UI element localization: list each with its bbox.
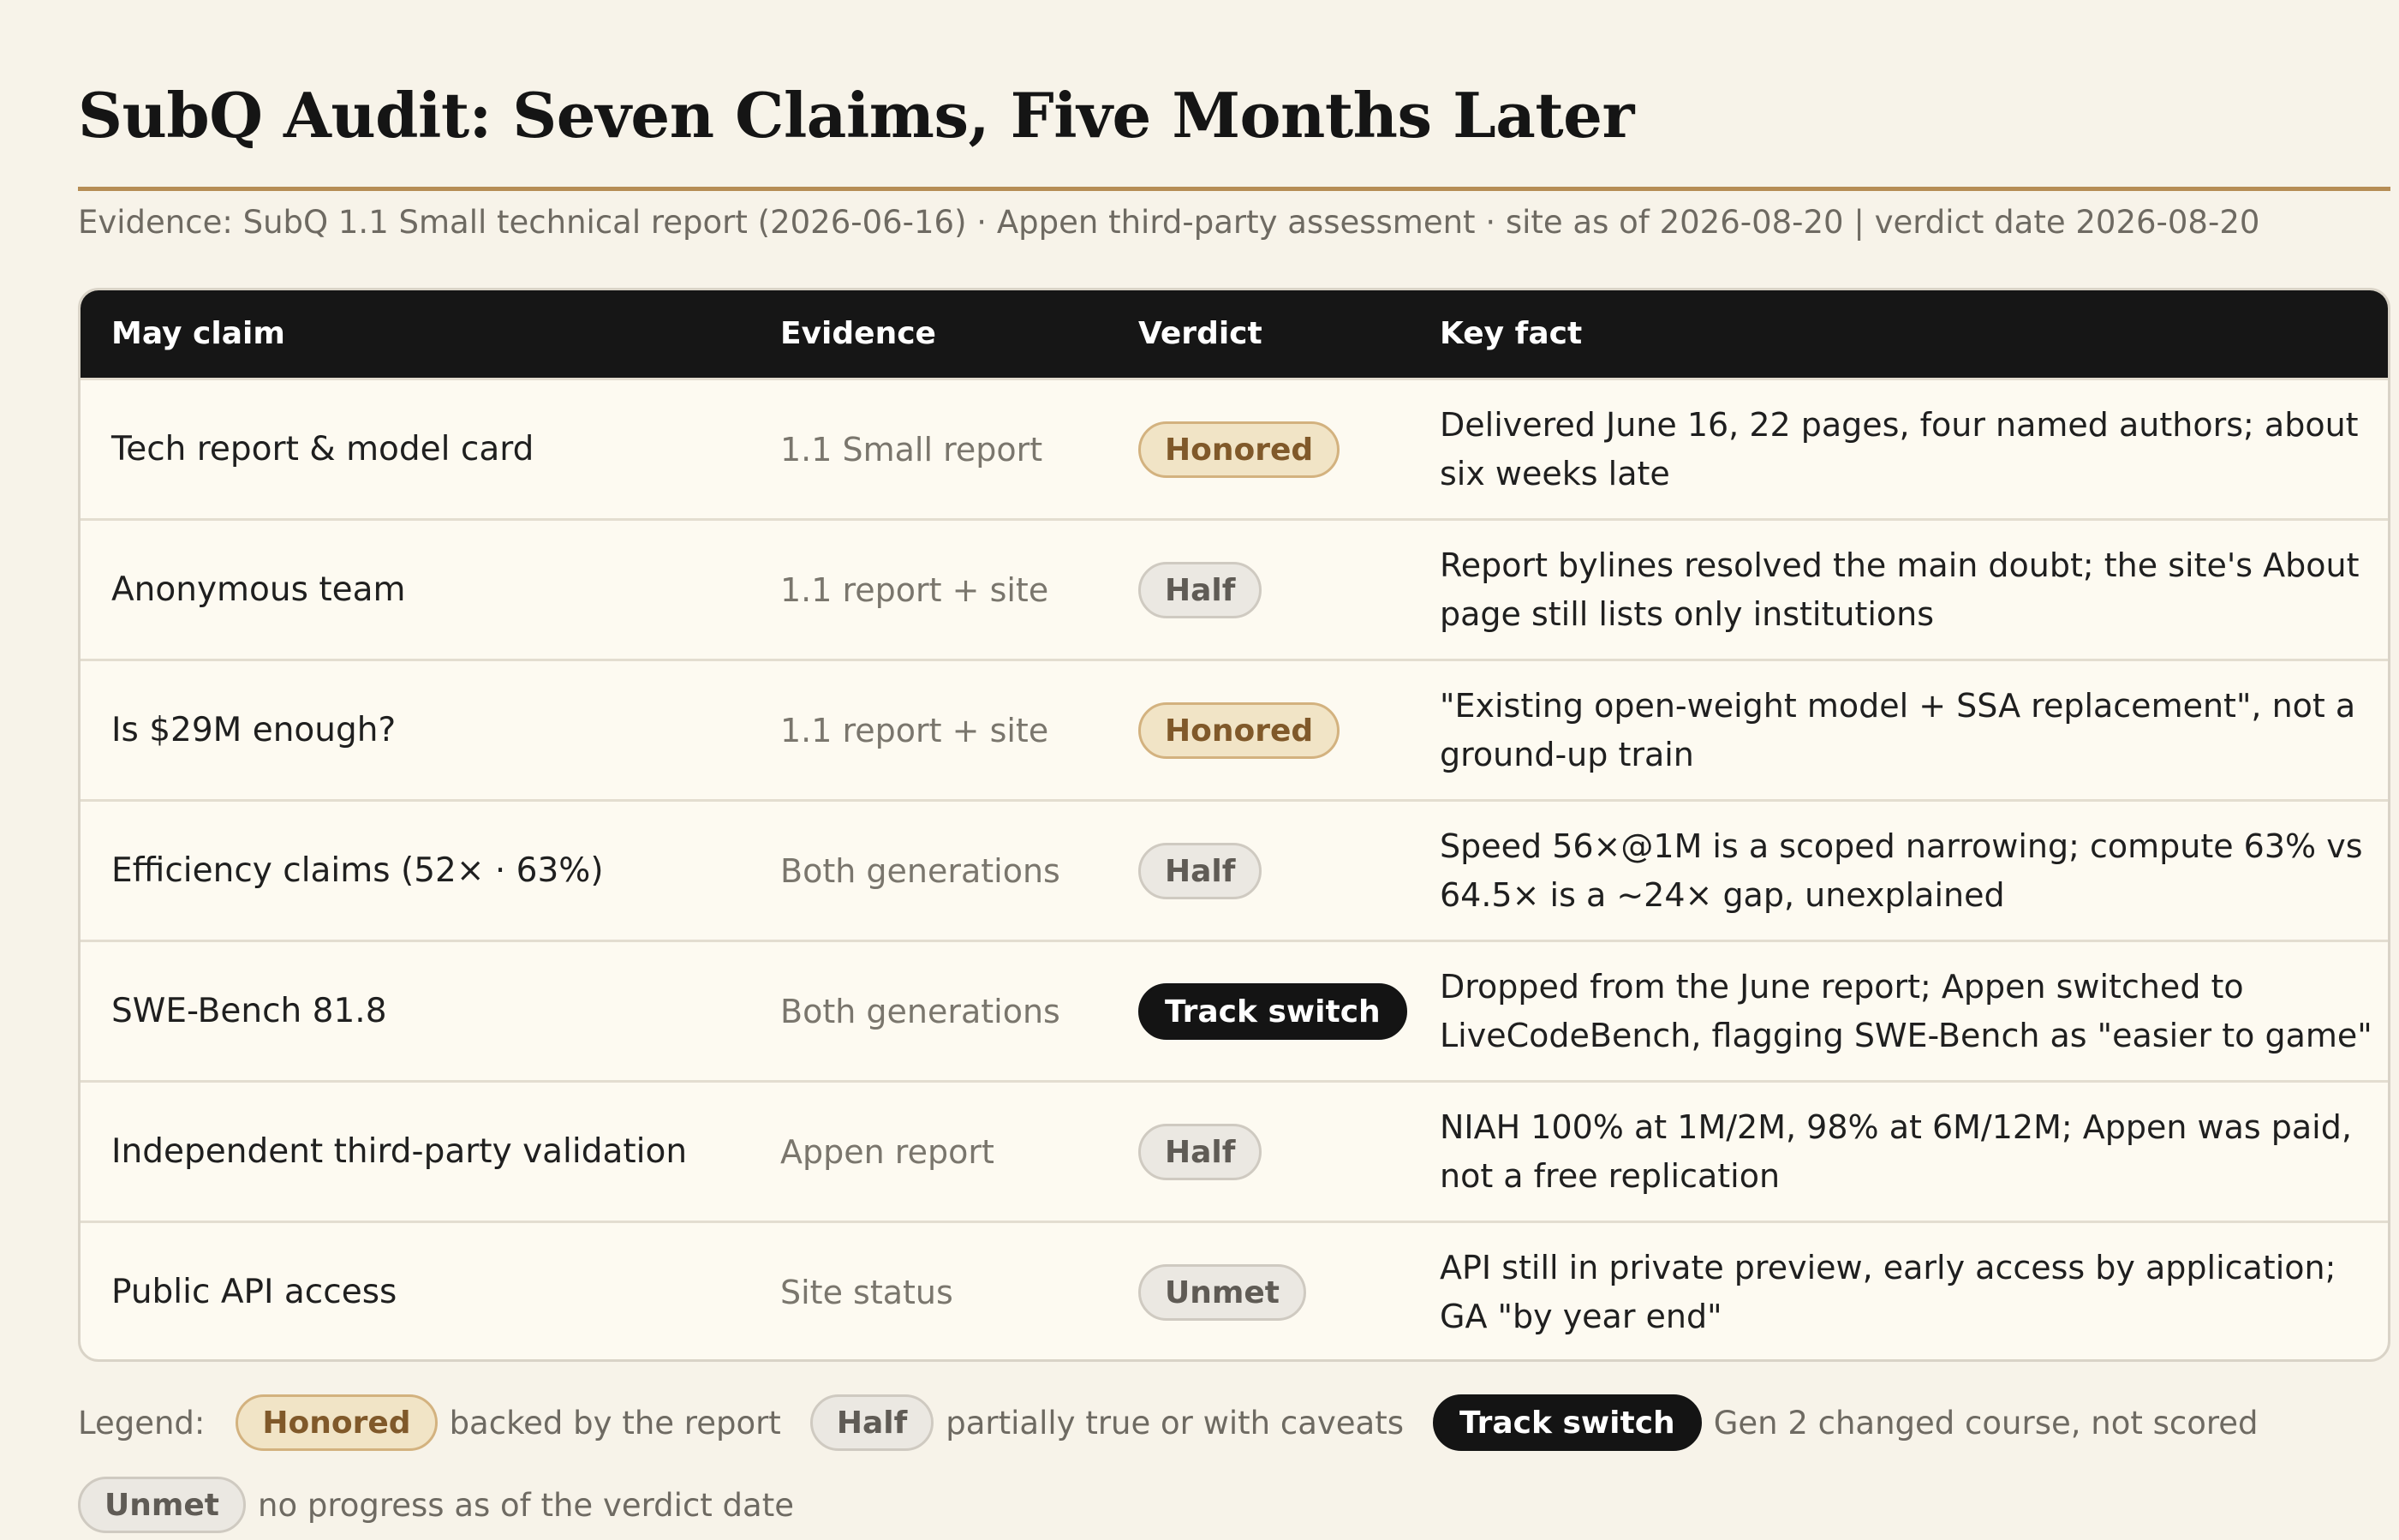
verdict-cell: Honored: [1138, 380, 1340, 518]
legend-desc: partially true or with caveats: [946, 1404, 1405, 1442]
claim-cell: Public API access: [111, 1273, 397, 1311]
verdict-cell: Track switch: [1138, 942, 1407, 1080]
table-row: Is $29M enough? 1.1 report + site Honore…: [81, 659, 2388, 799]
table-row: Independent third-party validation Appen…: [81, 1080, 2388, 1221]
legend-desc: Gen 2 changed course, not scored: [1713, 1404, 2259, 1442]
table-row: Public API access Site status Unmet API …: [81, 1221, 2388, 1359]
legend-item-unmet: Unmet no progress as of the verdict date: [78, 1477, 794, 1533]
verdict-cell: Honored: [1138, 661, 1340, 799]
evidence-cell: 1.1 report + site: [780, 570, 1049, 609]
legend-item-track-switch: Track switch Gen 2 changed course, not s…: [1433, 1394, 2259, 1451]
legend-badge-honored: Honored: [236, 1394, 438, 1451]
legend-item-honored: Honored backed by the report: [236, 1394, 781, 1451]
legend-label: Legend:: [78, 1404, 206, 1442]
verdict-badge-track-switch: Track switch: [1138, 982, 1407, 1040]
key-fact-cell: Dropped from the June report; Appen swit…: [1440, 967, 2372, 1054]
table-row: SWE-Bench 81.8 Both generations Track sw…: [81, 940, 2388, 1080]
legend-badge-half: Half: [809, 1394, 934, 1451]
page: SubQ Audit: Seven Claims, Five Months La…: [0, 0, 2399, 1540]
legend-badge-unmet: Unmet: [78, 1477, 246, 1533]
page-title: SubQ Audit: Seven Claims, Five Months La…: [78, 79, 1634, 152]
key-fact-cell: NIAH 100% at 1M/2M, 98% at 6M/12M; Appen…: [1440, 1107, 2352, 1195]
table-row: Efficiency claims (52× · 63%) Both gener…: [81, 799, 2388, 940]
verdict-cell: Half: [1138, 521, 1262, 659]
verdict-cell: Unmet: [1138, 1223, 1306, 1359]
claim-cell: Anonymous team: [111, 570, 406, 609]
legend-badge-track-switch: Track switch: [1433, 1394, 1702, 1451]
legend-desc: backed by the report: [449, 1404, 781, 1442]
header-key-fact: Key fact: [1440, 316, 1583, 351]
evidence-subtitle: Evidence: SubQ 1.1 Small technical repor…: [78, 204, 2260, 241]
header-evidence: Evidence: [780, 316, 936, 351]
key-fact-cell: "Existing open-weight model + SSA replac…: [1440, 686, 2356, 773]
claim-cell: Efficiency claims (52× · 63%): [111, 851, 604, 890]
claim-cell: Is $29M enough?: [111, 711, 397, 749]
verdict-badge-half: Half: [1138, 842, 1262, 899]
verdict-badge-half: Half: [1138, 1123, 1262, 1180]
evidence-cell: Site status: [780, 1273, 953, 1311]
table-row: Anonymous team 1.1 report + site Half Re…: [81, 518, 2388, 659]
claim-cell: Tech report & model card: [111, 430, 534, 469]
key-fact-cell: Report bylines resolved the main doubt; …: [1440, 546, 2360, 633]
key-fact-cell: Delivered June 16, 22 pages, four named …: [1440, 405, 2359, 492]
evidence-cell: Both generations: [780, 992, 1060, 1030]
key-fact-cell: Speed 56×@1M is a scoped narrowing; comp…: [1440, 827, 2363, 914]
header-may-claim: May claim: [111, 316, 285, 351]
legend-desc: no progress as of the verdict date: [258, 1486, 794, 1524]
verdict-cell: Half: [1138, 1083, 1262, 1221]
verdict-cell: Half: [1138, 802, 1262, 940]
key-fact-cell: API still in private preview, early acce…: [1440, 1248, 2336, 1335]
claim-cell: Independent third-party validation: [111, 1132, 688, 1171]
evidence-cell: 1.1 report + site: [780, 711, 1049, 749]
evidence-cell: 1.1 Small report: [780, 430, 1043, 469]
verdict-badge-unmet: Unmet: [1138, 1263, 1306, 1321]
table-row: Tech report & model card 1.1 Small repor…: [81, 378, 2388, 518]
verdict-badge-honored: Honored: [1138, 701, 1340, 759]
legend: Legend: Honored backed by the report Hal…: [78, 1394, 2373, 1533]
claims-table: May claim Evidence Verdict Key fact Tech…: [78, 288, 2390, 1362]
claim-cell: SWE-Bench 81.8: [111, 992, 387, 1030]
legend-item-half: Half partially true or with caveats: [809, 1394, 1405, 1451]
evidence-cell: Both generations: [780, 851, 1060, 890]
verdict-badge-half: Half: [1138, 561, 1262, 618]
verdict-badge-honored: Honored: [1138, 421, 1340, 478]
table-header: May claim Evidence Verdict Key fact: [81, 290, 2388, 378]
header-verdict: Verdict: [1138, 316, 1262, 351]
title-divider: [78, 187, 2390, 191]
evidence-cell: Appen report: [780, 1132, 994, 1171]
